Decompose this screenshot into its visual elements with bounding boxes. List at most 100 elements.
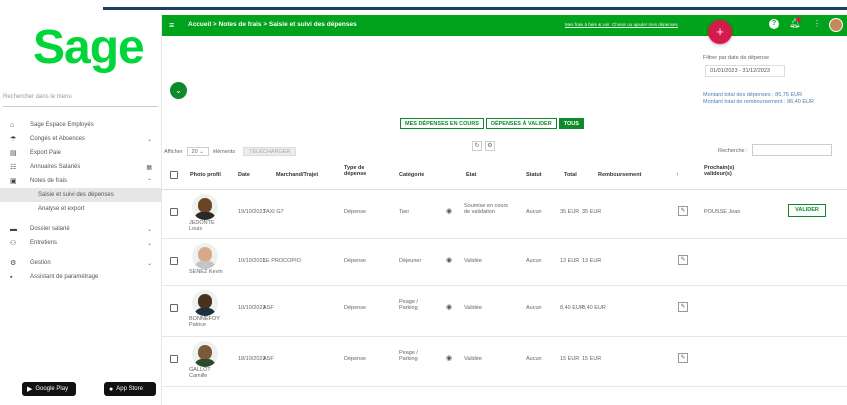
tab-0[interactable]: MES DÉPENSES EN COURS — [400, 118, 484, 129]
col-type[interactable]: Type de dépense — [344, 165, 378, 177]
sidebar-item-label: Annuaires Salariés — [30, 164, 81, 170]
expense-date: 10/10/2023 — [238, 258, 266, 264]
employee-name: BONNEFOY Patrice — [189, 316, 220, 328]
search-input[interactable] — [752, 144, 832, 156]
sidebar-item-5[interactable]: Saisie et suivi des dépenses — [0, 188, 162, 202]
table-row[interactable]: GALLOT Camille 18/10/2023 ASF Dépense Pe… — [162, 337, 847, 387]
sidebar-item-label: Gestion — [30, 260, 51, 266]
validate-button[interactable]: VALIDER — [788, 204, 826, 217]
hamburger-menu-icon[interactable]: ≡ — [169, 20, 174, 30]
col-merchant[interactable]: Marchand/Trajet — [276, 172, 318, 178]
sidebar-item-6[interactable]: Analyse et export — [0, 202, 162, 216]
app-store-label: App Store — [116, 386, 143, 392]
table-header: Photo profil Date Marchand/Trajet Type d… — [162, 160, 847, 190]
grid-icon[interactable]: ▦ — [146, 164, 152, 171]
page-size-control: Afficher 20 ⌄ éléments TÉLÉCHARGER — [164, 147, 297, 156]
sidebar-item-1[interactable]: ☂ Congés et Absences ⌄ — [0, 132, 162, 146]
refresh-icon[interactable]: ↻ — [472, 141, 482, 151]
expense-merchant: LE PROCOPIO — [263, 258, 301, 264]
eye-icon[interactable]: ◉ — [446, 207, 452, 215]
col-state[interactable]: Etat — [466, 172, 476, 178]
col-total[interactable]: Total — [564, 172, 577, 178]
table-actions: ↻ ⚙ — [472, 141, 498, 151]
row-checkbox[interactable] — [170, 208, 178, 216]
expense-refund: 13 EUR — [582, 258, 602, 264]
edit-icon[interactable]: ✎ — [678, 255, 688, 265]
edit-icon[interactable]: ✎ — [678, 206, 688, 216]
sidebar-item-10[interactable]: ▪ Assistant de paramétrage — [0, 270, 162, 284]
eye-icon[interactable]: ◉ — [446, 303, 452, 311]
search-label: Recherche : — [718, 148, 748, 154]
expense-type: Dépense — [344, 356, 367, 362]
help-icon[interactable]: ? — [769, 19, 779, 29]
col-refund[interactable]: Remboursement — [598, 172, 641, 178]
sidebar-item-7[interactable]: ▬ Dossier salarié ⌄ — [0, 222, 162, 236]
export-button[interactable]: TÉLÉCHARGER — [243, 147, 297, 156]
chevron-icon[interactable]: ⌄ — [147, 240, 152, 247]
col-next-validator[interactable]: Prochain(s) valideur(s) — [704, 165, 754, 177]
app-store-badge[interactable]: ● App Store — [104, 382, 156, 396]
expense-status: Aucun — [526, 356, 542, 362]
expense-type: Dépense — [344, 209, 367, 215]
google-play-badge[interactable]: ▶ Google Play — [22, 382, 76, 396]
edit-icon[interactable]: ✎ — [678, 353, 688, 363]
chevron-icon[interactable]: ⌄ — [147, 136, 152, 143]
menu-search-input[interactable]: Rechercher dans le menu — [3, 94, 72, 100]
date-range-field[interactable]: 01/01/2023 - 31/12/2023 — [705, 65, 785, 77]
eye-icon[interactable]: ◉ — [446, 256, 452, 264]
col-photo[interactable]: Photo profil — [190, 172, 221, 178]
table-row[interactable]: BONNEFOY Patrice 10/10/2023 ASF Dépense … — [162, 286, 847, 337]
eye-icon[interactable]: ◉ — [446, 354, 452, 362]
avatar-head — [198, 294, 212, 309]
settings-icon[interactable]: ⚙ — [485, 141, 495, 151]
page-size-select[interactable]: 20 ⌄ — [186, 147, 209, 156]
expense-state: Validée — [464, 305, 482, 311]
chevron-icon[interactable]: ⌄ — [147, 260, 152, 267]
elements-label: éléments — [212, 148, 236, 155]
expense-status: Aucun — [526, 209, 542, 215]
sidebar-item-9[interactable]: ⚙ Gestion ⌄ — [0, 256, 162, 270]
row-checkbox[interactable] — [170, 355, 178, 363]
page-size-value: 20 — [191, 149, 198, 155]
sidebar-item-label: Entretiens — [30, 240, 58, 246]
user-avatar[interactable] — [829, 18, 843, 32]
table-row[interactable]: SENEZ Kevin 10/10/2023 LE PROCOPIO Dépen… — [162, 239, 847, 286]
avatar — [192, 290, 218, 316]
add-expense-button[interactable]: + — [708, 20, 732, 44]
expense-category: Déjeuner — [399, 258, 422, 264]
expense-category: Taxi — [399, 209, 409, 215]
expense-total: 13 EUR — [560, 258, 580, 264]
home-icon: ⌂ — [10, 121, 15, 129]
row-checkbox[interactable] — [170, 304, 178, 312]
avatar-body — [194, 308, 216, 316]
sidebar-item-label: Congés et Absences — [30, 136, 86, 142]
expense-type: Dépense — [344, 258, 367, 264]
col-date[interactable]: Date — [238, 172, 250, 178]
top-help-link[interactable]: Mes frais à faire & voir. Choisir ou ajo… — [565, 22, 678, 27]
folder-icon: ▬ — [10, 225, 17, 233]
tab-2[interactable]: TOUS — [558, 118, 584, 129]
table-row[interactable]: JEDONTE Louis 19/10/2023 TAXI G7 Dépense… — [162, 190, 847, 239]
select-all-checkbox[interactable] — [170, 171, 178, 179]
row-checkbox[interactable] — [170, 257, 178, 265]
sidebar-item-2[interactable]: ▤ Export Paie — [0, 146, 162, 160]
chevron-icon[interactable]: ⌃ — [147, 178, 152, 185]
sidebar-item-3[interactable]: ☷ Annuaires Salariés ▦ — [0, 160, 162, 174]
sidebar-item-label: Analyse et export — [38, 206, 85, 212]
sage-logo[interactable]: Sage — [33, 20, 145, 75]
sidebar-item-0[interactable]: ⌂ Sage Espace Employés — [0, 118, 162, 132]
employee-name: GALLOT Camille — [189, 367, 211, 379]
sidebar-item-4[interactable]: ▣ Notes de frais ⌃ — [0, 174, 162, 188]
sidebar-item-label: Sage Espace Employés — [30, 122, 94, 128]
expense-state: Validée — [464, 356, 482, 362]
chevron-icon[interactable]: ⌄ — [147, 226, 152, 233]
edit-icon[interactable]: ✎ — [678, 302, 688, 312]
col-status[interactable]: Statut — [526, 172, 542, 178]
expand-filters-button[interactable]: ⌄ — [170, 82, 187, 99]
sort-arrow-icon[interactable]: ↑ — [676, 172, 679, 178]
col-category[interactable]: Catégorie — [399, 172, 424, 178]
avatar-head — [198, 198, 212, 213]
more-options-icon[interactable]: ⋮ — [813, 19, 821, 28]
tab-1[interactable]: DÉPENSES À VALIDER — [485, 118, 557, 129]
sidebar-item-8[interactable]: ⚇ Entretiens ⌄ — [0, 236, 162, 250]
